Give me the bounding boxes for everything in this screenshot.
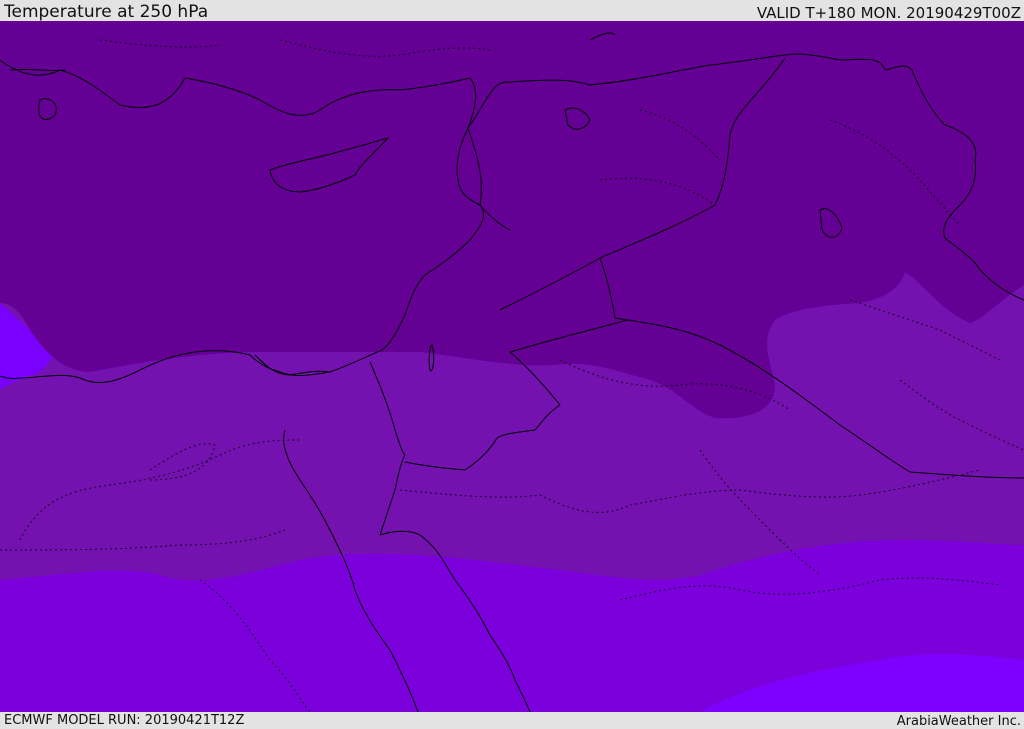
temperature-map[interactable] <box>0 21 1024 712</box>
footer-bar: ECMWF MODEL RUN: 20190421T12Z ArabiaWeat… <box>0 712 1024 729</box>
header-bar: Temperature at 250 hPa VALID T+180 MON. … <box>0 0 1024 21</box>
credit-label: ArabiaWeather Inc. <box>896 714 1021 729</box>
map-title: Temperature at 250 hPa <box>4 2 209 22</box>
model-run-label: ECMWF MODEL RUN: 20190421T12Z <box>4 713 245 728</box>
valid-time-label: VALID T+180 MON. 20190429T00Z <box>756 4 1021 22</box>
